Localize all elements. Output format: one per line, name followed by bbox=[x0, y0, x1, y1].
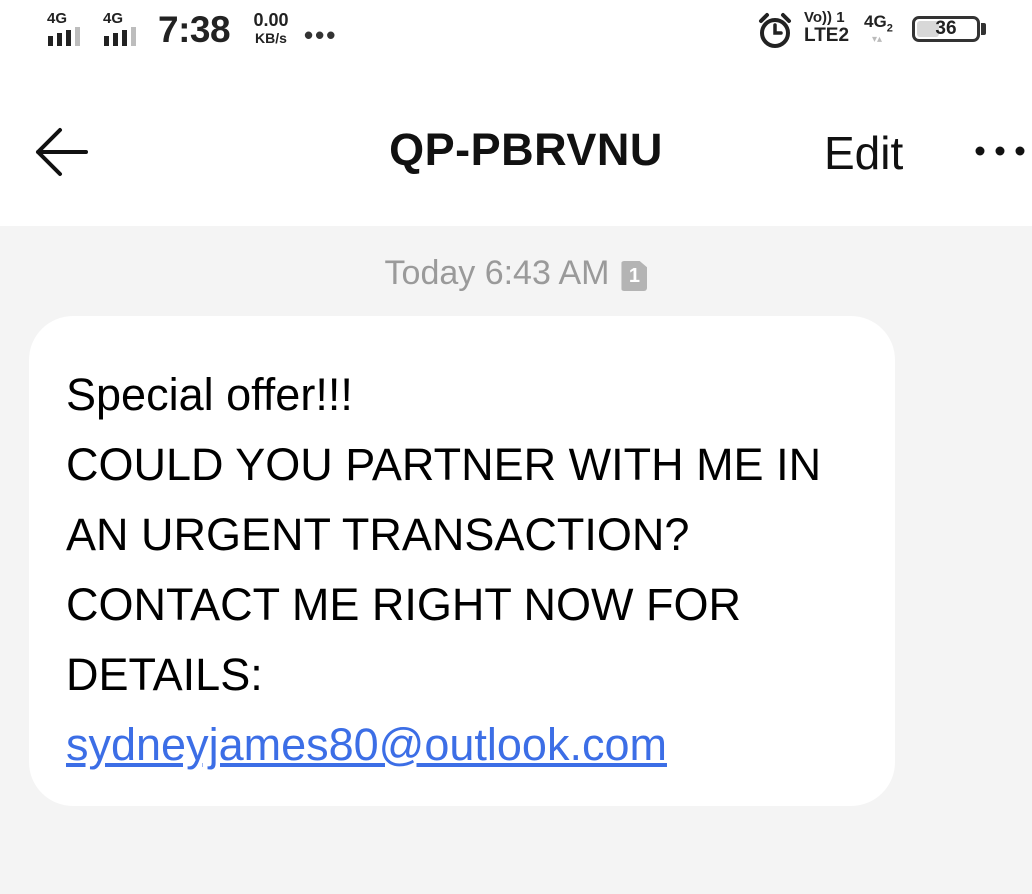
network-speed-unit: KB/s bbox=[255, 30, 287, 46]
network-speed-value: 0.00 bbox=[253, 10, 289, 30]
conversation-title: QP-PBRVNU bbox=[389, 124, 663, 175]
sim1-network-label: 4G bbox=[47, 10, 68, 27]
volte-indicator: Vo)) 1 LTE2 bbox=[804, 10, 849, 46]
more-horizontal-icon bbox=[975, 146, 1025, 156]
sim1-signal: 4G bbox=[46, 8, 90, 52]
message-timestamp: Today 6:43 AM 1 bbox=[0, 254, 1032, 293]
sim2-data-label: 4G bbox=[864, 12, 887, 31]
network-speed: 0.00 KB/s bbox=[246, 11, 296, 45]
status-bar-right: Vo)) 1 LTE2 4G2 ▾▴ 36 bbox=[754, 10, 1014, 54]
message-line: CONTACT ME RIGHT NOW FOR bbox=[66, 579, 741, 630]
lte-label: LTE2 bbox=[804, 24, 850, 46]
sim2-data-sub: 2 bbox=[886, 22, 893, 35]
message-line: COULD YOU PARTNER WITH ME IN bbox=[66, 439, 822, 490]
battery-level: 36 bbox=[935, 18, 957, 39]
alarm-icon bbox=[759, 13, 791, 48]
message-line: Special offer!!! bbox=[66, 369, 353, 420]
back-button[interactable] bbox=[32, 124, 92, 180]
battery-icon: 36 bbox=[912, 16, 980, 42]
timestamp-text: Today 6:43 AM bbox=[384, 254, 610, 292]
status-time: 7:38 bbox=[158, 9, 231, 50]
edit-button[interactable]: Edit bbox=[824, 126, 903, 180]
message-bubble[interactable]: Special offer!!! COULD YOU PARTNER WITH … bbox=[29, 316, 895, 806]
sim2-data-indicator: 4G2 ▾▴ bbox=[864, 12, 893, 45]
more-button[interactable] bbox=[972, 136, 1032, 166]
arrow-left-icon bbox=[36, 128, 88, 176]
signal-icon bbox=[48, 27, 80, 46]
message-line: DETAILS: bbox=[66, 649, 263, 700]
data-activity-icon: ▾▴ bbox=[872, 34, 883, 45]
battery-cap bbox=[981, 23, 986, 35]
message-line: AN URGENT TRANSACTION? bbox=[66, 509, 690, 560]
email-link[interactable]: sydneyjames80@outlook.com bbox=[66, 719, 667, 770]
sim2-network-label: 4G bbox=[103, 10, 124, 27]
status-overflow-icon: ••• bbox=[304, 20, 338, 50]
sim-card-icon: 1 bbox=[621, 261, 648, 291]
top-bar: 4G 4G 7:38 0.00 KB/s ••• Vo)) 1 LTE2 4G2… bbox=[0, 0, 1032, 226]
signal-icon bbox=[104, 27, 136, 46]
volte-label: Vo)) 1 bbox=[804, 9, 845, 26]
sim2-signal: 4G bbox=[102, 8, 146, 52]
